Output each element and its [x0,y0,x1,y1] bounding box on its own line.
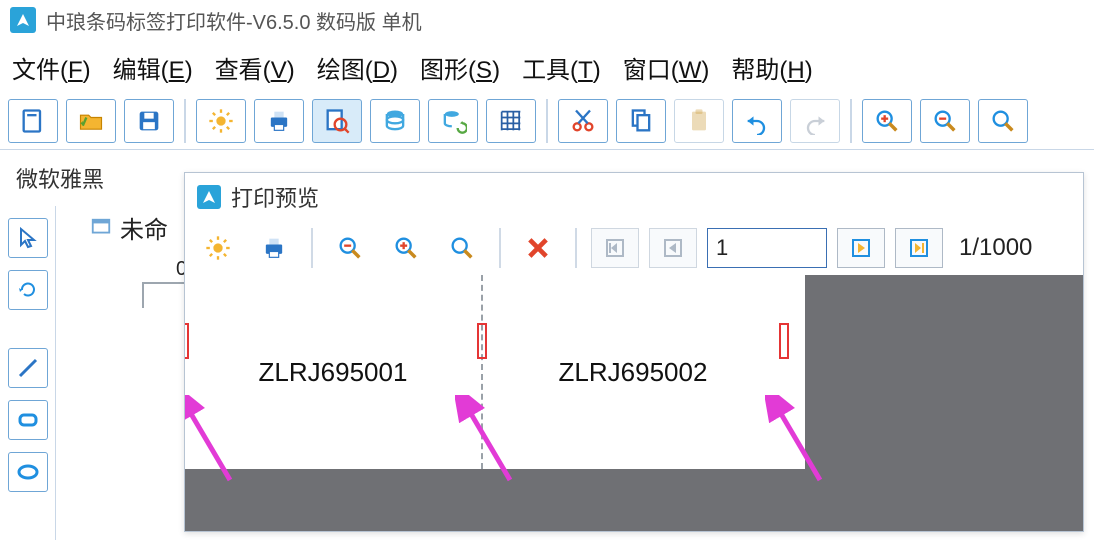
left-toolbox [0,206,56,540]
open-button[interactable] [66,99,116,143]
label-cell-1: ZLRJ695001 [185,275,483,469]
preview-title-bar: 打印预览 [185,173,1083,221]
zoom-out-button[interactable] [920,99,970,143]
cut-button[interactable] [558,99,608,143]
preview-app-icon [197,185,221,209]
save-button[interactable] [124,99,174,143]
preview-title: 打印预览 [231,181,319,213]
menu-edit[interactable]: 编辑(E) [113,50,193,85]
ellipse-tool[interactable] [8,452,48,492]
database-refresh-button[interactable] [428,99,478,143]
app-icon [10,7,36,33]
app-title: 中琅条码标签打印软件-V6.5.0 数码版 单机 [46,6,422,35]
settings-button[interactable] [196,99,246,143]
zoom-in-button[interactable] [862,99,912,143]
main-toolbar [0,99,1094,149]
preview-first-page-button[interactable] [591,228,639,268]
red-marker [185,323,189,359]
select-tool[interactable] [8,218,48,258]
copy-button[interactable] [616,99,666,143]
menu-draw[interactable]: 绘图(D) [317,50,398,85]
database-button[interactable] [370,99,420,143]
rotate-tool[interactable] [8,270,48,310]
menu-window[interactable]: 窗口(W) [623,50,710,85]
print-button[interactable] [254,99,304,143]
document-tab-label: 未命 [120,210,168,245]
preview-canvas: ZLRJ695001 ZLRJ695002 [185,275,1083,531]
menu-help[interactable]: 帮助(H) [731,50,812,85]
paste-button[interactable] [674,99,724,143]
preview-zoom-in-button[interactable] [383,227,429,269]
print-preview-button[interactable] [312,99,362,143]
preview-last-page-button[interactable] [895,228,943,268]
new-doc-button[interactable] [8,99,58,143]
preview-toolbar: 1/1000 [185,221,1083,275]
font-name-select[interactable]: 微软雅黑 [8,156,112,200]
label-sheet: ZLRJ695001 ZLRJ695002 [185,275,805,469]
menu-view[interactable]: 查看(V) [215,50,295,85]
print-preview-window: 打印预览 1/1000 ZLRJ695001 ZLRJ695002 [184,172,1084,532]
preview-zoom-out-button[interactable] [327,227,373,269]
label-text: ZLRJ695001 [259,357,408,388]
grid-button[interactable] [486,99,536,143]
preview-zoom-fit-button[interactable] [439,227,485,269]
document-tab[interactable]: 未命 [90,210,168,245]
preview-print-button[interactable] [251,227,297,269]
zoom-button[interactable] [978,99,1028,143]
preview-next-page-button[interactable] [837,228,885,268]
preview-page-input[interactable] [707,228,827,268]
label-text: ZLRJ695002 [559,357,708,388]
menu-shape[interactable]: 图形(S) [420,50,500,85]
label-cell-2: ZLRJ695002 [483,275,783,469]
menu-bar: 文件(F) 编辑(E) 查看(V) 绘图(D) 图形(S) 工具(T) 窗口(W… [0,40,1094,99]
preview-page-count: 1/1000 [959,234,1032,262]
doc-icon [90,217,112,239]
preview-close-button[interactable] [515,227,561,269]
undo-button[interactable] [732,99,782,143]
rounded-rect-tool[interactable] [8,400,48,440]
preview-settings-button[interactable] [195,227,241,269]
title-bar: 中琅条码标签打印软件-V6.5.0 数码版 单机 [0,0,1094,40]
line-tool[interactable] [8,348,48,388]
preview-prev-page-button[interactable] [649,228,697,268]
menu-file[interactable]: 文件(F) [12,50,91,85]
menu-tool[interactable]: 工具(T) [522,50,601,85]
redo-button[interactable] [790,99,840,143]
red-marker [779,323,789,359]
